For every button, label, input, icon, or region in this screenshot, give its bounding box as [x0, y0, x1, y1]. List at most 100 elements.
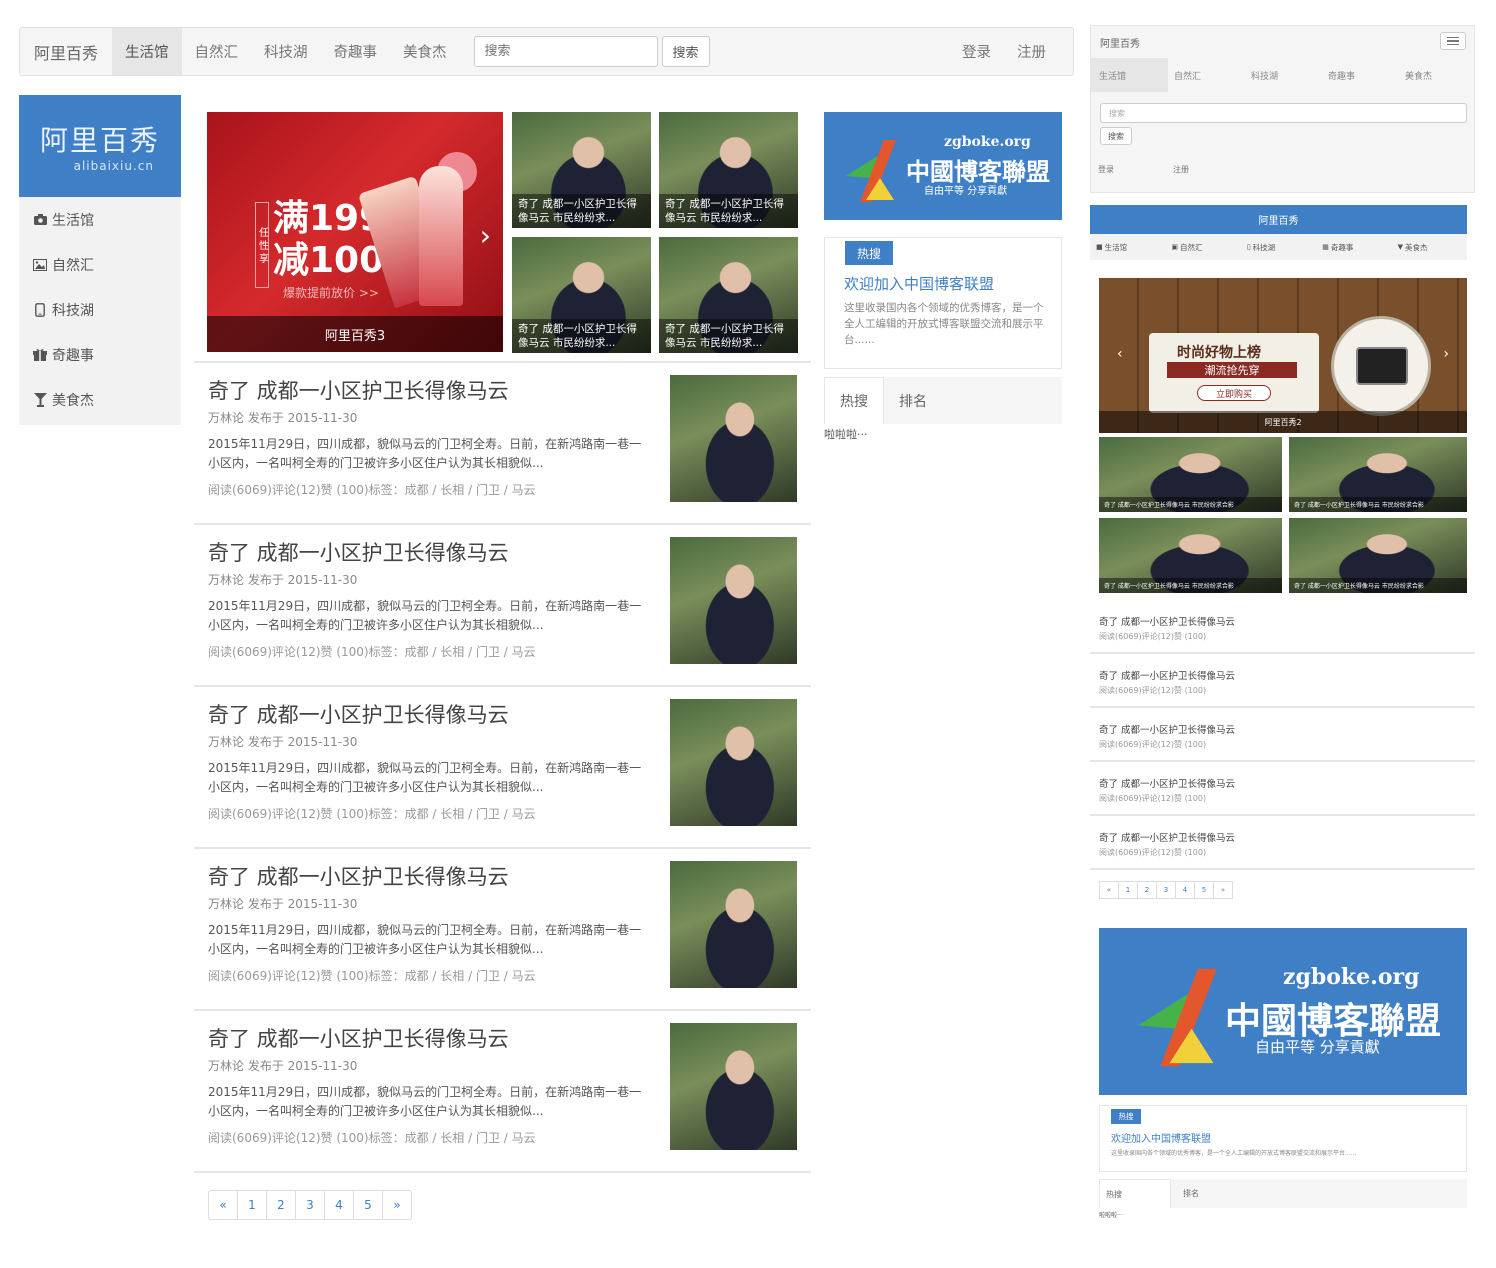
mobile-tab-rank[interactable]: 排名	[1171, 1179, 1199, 1208]
mobile-list-item[interactable]: 奇了 成都一小区护卫长得像马云 阅读(6069)评论(12)赞 (100)	[1090, 654, 1475, 708]
carousel-main-slide[interactable]: 任 性 享 满199 减100 爆款提前放价 >> › 阿里百秀3	[207, 112, 503, 352]
mobile-page-1[interactable]: 1	[1118, 881, 1138, 899]
page-prev[interactable]: «	[208, 1190, 238, 1220]
nav-item-kejihu[interactable]: 科技湖	[251, 28, 321, 75]
register-link[interactable]: 注册	[1004, 41, 1059, 62]
mobile-list-item[interactable]: 奇了 成都一小区护卫长得像马云 阅读(6069)评论(12)赞 (100)	[1090, 708, 1475, 762]
post-title[interactable]: 奇了 成都一小区护卫长得像马云	[208, 699, 509, 729]
page-3[interactable]: 3	[295, 1190, 325, 1220]
post-title[interactable]: 奇了 成都一小区护卫长得像马云	[208, 861, 509, 891]
chevron-right-icon[interactable]: ›	[480, 222, 491, 250]
mobile-cat-ziranhui[interactable]: ▣ 自然汇	[1165, 234, 1240, 260]
mobile-page-4[interactable]: 4	[1175, 881, 1195, 899]
post-thumbnail[interactable]	[670, 375, 797, 502]
post-title[interactable]: 奇了 成都一小区护卫长得像马云	[208, 375, 509, 405]
nav-item-ziranhui[interactable]: 自然汇	[182, 28, 252, 75]
picture-icon: ▣	[1171, 243, 1179, 251]
mobile-nav-qiqushi[interactable]: 奇趣事	[1322, 58, 1399, 92]
mobile-page-next[interactable]: »	[1213, 881, 1233, 899]
mobile-carousel-slide[interactable]: 时尚好物上榜 潮流抢先穿 立即购买 ‹ › 阿里百秀2	[1099, 278, 1467, 433]
mobile-cat-shenghuoguan[interactable]: ■ 生活馆	[1090, 234, 1165, 260]
navbar-brand[interactable]: 阿里百秀	[20, 28, 112, 75]
sidebar-logo[interactable]: 阿里百秀 alibaixiu.cn	[19, 95, 181, 197]
nav-item-shenghuoguan[interactable]: 生活馆	[112, 28, 182, 75]
phone-icon	[33, 302, 47, 317]
mobile-page-2[interactable]: 2	[1137, 881, 1157, 899]
mobile-list-item[interactable]: 奇了 成都一小区护卫长得像马云 阅读(6069)评论(12)赞 (100)	[1090, 600, 1475, 654]
page-next[interactable]: »	[382, 1190, 412, 1220]
mobile-carousel-caption: 阿里百秀2	[1099, 411, 1467, 433]
mobile-tab-hot[interactable]: 热搜	[1099, 1179, 1171, 1208]
ad-banner[interactable]: zgboke.org 中國博客聯盟 自由平等 分享貢獻	[824, 112, 1062, 220]
mobile-nav-meishijie[interactable]: 美食杰	[1399, 58, 1476, 92]
mobile-search-button[interactable]: 搜索	[1100, 127, 1132, 145]
post-title[interactable]: 奇了 成都一小区护卫长得像马云	[208, 537, 509, 567]
post-thumbnail[interactable]	[670, 861, 797, 988]
mobile-nav-ziranhui[interactable]: 自然汇	[1168, 58, 1245, 92]
page-2[interactable]: 2	[266, 1190, 296, 1220]
sidebar-item-shenghuoguan[interactable]: 生活馆	[19, 197, 181, 242]
carousel-thumb[interactable]: 奇了 成都一小区护卫长得像马云 市民纷纷求...	[659, 112, 798, 228]
mobile-register-link[interactable]: 注册	[1173, 164, 1189, 175]
hot-title-link[interactable]: 欢迎加入中国博客联盟	[844, 273, 994, 294]
sidebar-item-ziranhui[interactable]: 自然汇	[19, 242, 181, 287]
page-5[interactable]: 5	[353, 1190, 383, 1220]
mobile-cat-meishijie[interactable]: ▼ 美食杰	[1392, 234, 1467, 260]
mobile-ad-banner[interactable]: zgboke.org 中國博客聯盟 自由平等 分享貢獻	[1099, 928, 1467, 1095]
post-thumbnail[interactable]	[670, 699, 797, 826]
carousel-thumb[interactable]: 奇了 成都一小区护卫长得像马云 市民纷纷求...	[659, 237, 798, 353]
mobile-buy-button[interactable]: 立即购买	[1197, 385, 1271, 401]
search-button[interactable]: 搜索	[661, 36, 710, 67]
mobile-thumb[interactable]: 奇了 成都一小区护卫长得像马云 市民纷纷求合影	[1289, 437, 1467, 512]
mobile-tabs-bar: 热搜 排名	[1099, 1179, 1467, 1208]
nav-item-meishijie[interactable]: 美食杰	[390, 28, 460, 75]
sidebar-item-meishijie[interactable]: 美食杰	[19, 377, 181, 422]
banner-logo-graphic	[846, 140, 896, 202]
hamburger-menu-icon[interactable]	[1440, 32, 1466, 50]
mobile-brand[interactable]: 阿里百秀	[1100, 35, 1140, 50]
mobile-nav-shenghuoguan[interactable]: 生活馆	[1091, 58, 1168, 92]
post-stats: 阅读(6069)评论(12)赞 (100)标签：成都 / 长相 / 门卫 / 马…	[208, 1131, 536, 1145]
glass-icon	[33, 392, 47, 407]
login-link[interactable]: 登录	[949, 41, 1004, 62]
mobile-list-item[interactable]: 奇了 成都一小区护卫长得像马云 阅读(6069)评论(12)赞 (100)	[1090, 816, 1475, 870]
mobile-brand-bar[interactable]: 阿里百秀	[1090, 205, 1467, 234]
post-meta: 万林论 发布于 2015-11-30	[208, 1059, 358, 1073]
mobile-hot-title[interactable]: 欢迎加入中国博客联盟	[1111, 1130, 1211, 1145]
post-thumbnail[interactable]	[670, 1023, 797, 1150]
sidebar: 阿里百秀 alibaixiu.cn 生活馆 自然汇 科技湖 奇趣事 美食杰	[19, 95, 181, 425]
nav-item-qiqushi[interactable]: 奇趣事	[321, 28, 391, 75]
mobile-page-3[interactable]: 3	[1156, 881, 1176, 899]
carousel-thumb[interactable]: 奇了 成都一小区护卫长得像马云 市民纷纷求...	[512, 237, 651, 353]
mobile-list-item[interactable]: 奇了 成都一小区护卫长得像马云 阅读(6069)评论(12)赞 (100)	[1090, 762, 1475, 816]
sidebar-item-kejihu[interactable]: 科技湖	[19, 287, 181, 332]
post-title[interactable]: 奇了 成都一小区护卫长得像马云	[208, 1023, 509, 1053]
mobile-thumb[interactable]: 奇了 成都一小区护卫长得像马云 市民纷纷求合影	[1099, 518, 1282, 593]
chevron-left-icon[interactable]: ‹	[1117, 346, 1123, 362]
mobile-thumb[interactable]: 奇了 成都一小区护卫长得像马云 市民纷纷求合影	[1289, 518, 1467, 593]
tab-hot[interactable]: 热搜	[824, 377, 884, 424]
sidebar-item-qiqushi[interactable]: 奇趣事	[19, 332, 181, 377]
mobile-nav-items: 生活馆 自然汇 科技湖 奇趣事 美食杰	[1091, 58, 1476, 92]
mobile-login-link[interactable]: 登录	[1098, 164, 1114, 175]
mobile-promo-line1: 时尚好物上榜	[1177, 345, 1261, 361]
tab-rank[interactable]: 排名	[884, 377, 942, 424]
mobile-nav-kejihu[interactable]: 科技湖	[1245, 58, 1322, 92]
mobile-page-5[interactable]: 5	[1194, 881, 1214, 899]
chevron-right-icon[interactable]: ›	[1443, 346, 1449, 362]
mobile-thumb[interactable]: 奇了 成都一小区护卫长得像马云 市民纷纷求合影	[1099, 437, 1282, 512]
mobile-cat-qiqushi[interactable]: ▦ 奇趣事	[1316, 234, 1391, 260]
mobile-page-prev[interactable]: «	[1099, 881, 1119, 899]
search-input[interactable]	[473, 36, 658, 67]
post-thumbnail[interactable]	[670, 537, 797, 664]
page: 阿里百秀 生活馆 自然汇 科技湖 奇趣事 美食杰 搜索 登录 注册 阿里百秀 a…	[0, 0, 1496, 1268]
post-stats: 阅读(6069)评论(12)赞 (100)标签：成都 / 长相 / 门卫 / 马…	[208, 483, 536, 497]
mobile-search-input[interactable]: 搜索	[1100, 103, 1467, 123]
mobile-thumb-caption: 奇了 成都一小区护卫长得像马云 市民纷纷求合影	[1099, 497, 1282, 512]
page-1[interactable]: 1	[237, 1190, 267, 1220]
carousel-thumb[interactable]: 奇了 成都一小区护卫长得像马云 市民纷纷求...	[512, 112, 651, 228]
post-item: 奇了 成都一小区护卫长得像马云 万林论 发布于 2015-11-30 2015年…	[194, 849, 811, 1011]
page-4[interactable]: 4	[324, 1190, 354, 1220]
glass-icon: ▼	[1397, 243, 1404, 251]
mobile-cat-kejihu[interactable]: ▯ 科技湖	[1241, 234, 1316, 260]
